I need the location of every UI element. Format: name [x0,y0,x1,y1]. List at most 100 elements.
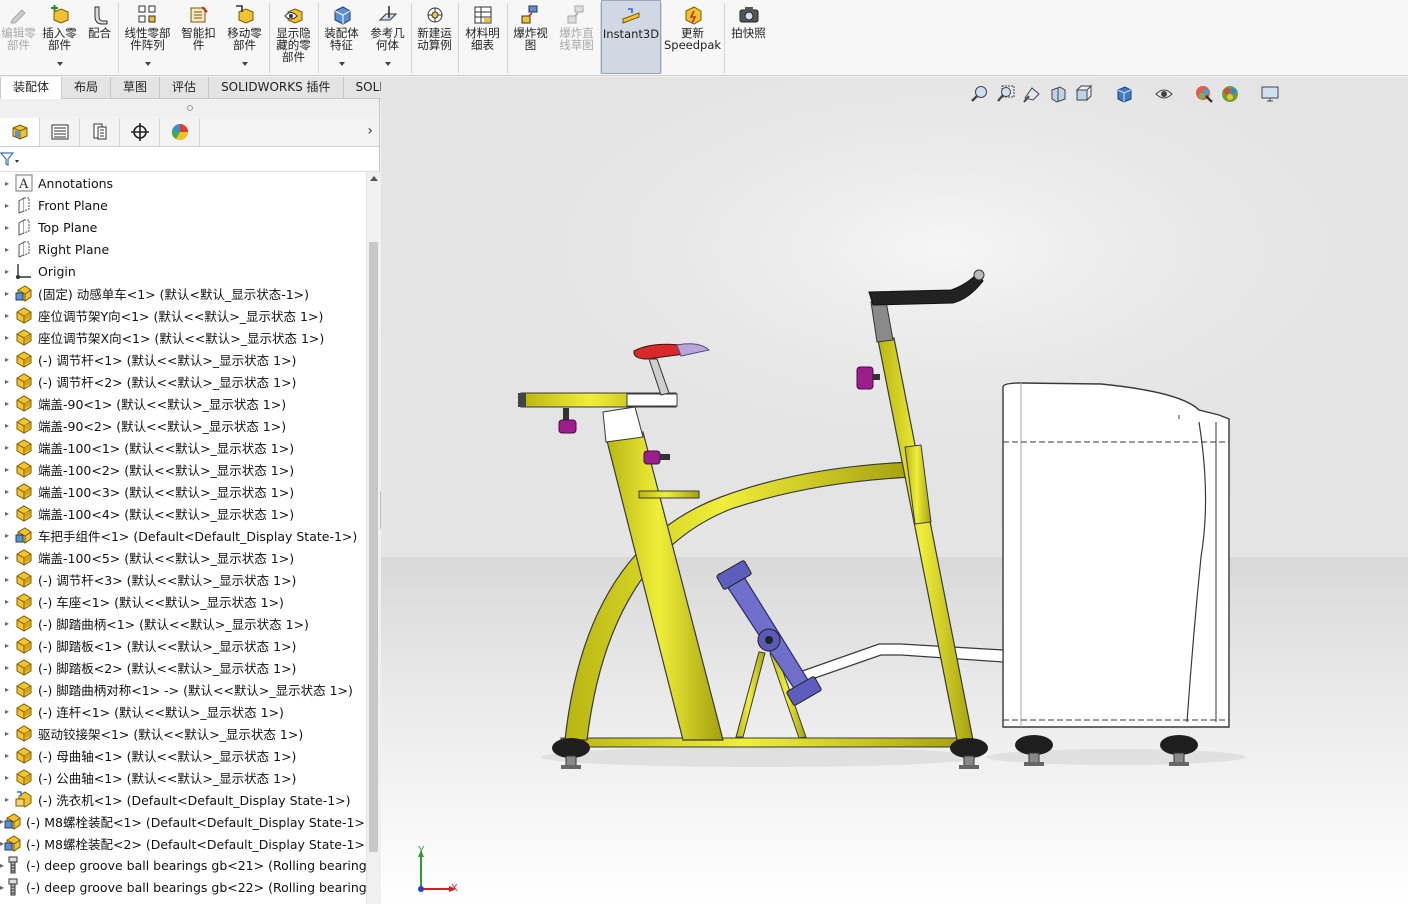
adjustment-knob[interactable] [558,408,577,434]
tree-item[interactable]: ▸ 端盖-100<5> (默认<<默认>_显示状态 1>) [0,546,366,568]
tree-item[interactable]: ▸ (-) 脚踏板<2> (默认<<默认>_显示状态 1>) [0,656,366,678]
reference-geometry-button[interactable]: 参考几 何体 [365,0,411,74]
tab-dimxpert[interactable] [120,117,160,146]
expand-arrow-icon[interactable]: ▸ [0,575,14,584]
smart-fastener-button[interactable]: 智能扣 件 [177,0,221,74]
filter-icon[interactable] [0,150,22,168]
tab-0[interactable]: 装配体 [0,77,63,99]
tab-3[interactable]: 评估 [159,77,210,99]
tree-item[interactable]: ▸ (-) M8螺栓装配<1> (Default<Default_Display … [0,810,366,832]
expand-arrow-icon[interactable]: ▸ [0,355,14,364]
expand-arrow-icon[interactable]: ▸ [0,729,14,738]
tree-item[interactable]: ▸ (-) 调节杆<1> (默认<<默认>_显示状态 1>) [0,348,366,370]
tree-item[interactable]: ▸ A Annotations [0,172,366,194]
scroll-up-icon[interactable] [370,176,378,181]
tree-item[interactable]: ▸ (-) 公曲轴<1> (默认<<默认>_显示状态 1>) [0,766,366,788]
tree-item[interactable]: ▸ (-) 连杆<1> (默认<<默认>_显示状态 1>) [0,700,366,722]
tree-item[interactable]: ▸ (-) 调节杆<3> (默认<<默认>_显示状态 1>) [0,568,366,590]
dropdown-arrow-icon[interactable] [384,62,391,66]
tree-filter-bar[interactable] [0,147,379,172]
tree-item[interactable]: ▸ 端盖-90<1> (默认<<默认>_显示状态 1>) [0,392,366,414]
tab-display-manager[interactable] [160,117,200,146]
edit-component-button[interactable]: 编辑零 部件 [0,0,38,74]
expand-arrow-icon[interactable]: ▸ [0,553,14,562]
explode-line-button[interactable]: 爆炸直 线草图 [554,0,600,74]
bom-button[interactable]: 材料明 细表 [459,0,507,74]
model-drawing[interactable] [381,77,1408,904]
dropdown-arrow-icon[interactable] [56,62,63,66]
tree-item[interactable]: ▸ 端盖-90<2> (默认<<默认>_显示状态 1>) [0,414,366,436]
expand-arrow-icon[interactable]: ▸ [0,663,14,672]
expand-arrow-icon[interactable]: ▸ [0,619,14,628]
expand-arrow-icon[interactable]: ▸ [0,333,14,342]
spin-bike-model[interactable] [518,269,988,769]
expand-arrow-icon[interactable]: ▸ [0,597,14,606]
graphics-viewport[interactable]: Y X [381,77,1408,904]
tree-item[interactable]: ▸ (-) 脚踏曲柄<1> (默认<<默认>_显示状态 1>) [0,612,366,634]
expand-arrow-icon[interactable]: ▸ [0,311,14,320]
speedpak-button[interactable]: 更新 Speedpak [662,0,724,74]
tree-item[interactable]: ▸ (-) 脚踏曲柄对称<1> -> (默认<<默认>_显示状态 1>) [0,678,366,700]
drive-connection-tube[interactable] [790,643,1004,686]
expand-arrow-icon[interactable]: ▸ [0,267,14,276]
linear-pattern-button[interactable]: 线性零部 件阵列 [119,0,177,74]
dropdown-arrow-icon[interactable] [338,62,345,66]
tree-item[interactable]: ▸ Front Plane [0,194,366,216]
tree-item[interactable]: ▸ (-) 车座<1> (默认<<默认>_显示状态 1>) [0,590,366,612]
mate-button[interactable]: 配合 [82,0,118,74]
expand-arrow-icon[interactable]: ▸ [0,641,14,650]
tree-item[interactable]: ▸ Right Plane [0,238,366,260]
panel-grip[interactable] [0,99,379,117]
expand-arrow-icon[interactable]: ▸ [0,509,14,518]
expand-arrow-icon[interactable]: ▸ [0,707,14,716]
expand-arrow-icon[interactable]: ▸ [0,773,14,782]
adjustment-knob[interactable] [856,366,880,390]
tree-item[interactable]: ▸ Origin [0,260,366,282]
washing-machine-model[interactable] [1002,382,1230,766]
assembly-feature-button[interactable]: 装配体 特征 [319,0,365,74]
expand-arrow-icon[interactable]: ▸ [0,223,14,232]
exploded-view-button[interactable]: 爆炸视 图 [508,0,554,74]
tree-item[interactable]: ▸ 座位调节架Y向<1> (默认<<默认>_显示状态 1>) [0,304,366,326]
expand-arrow-icon[interactable]: ▸ [0,795,14,804]
scroll-thumb[interactable] [369,242,378,852]
expand-arrow-icon[interactable]: ▸ [0,421,14,430]
expand-arrow-icon[interactable]: ▸ [0,399,14,408]
tree-item[interactable]: ▸ 驱动铰接架<1> (默认<<默认>_显示状态 1>) [0,722,366,744]
tree-item[interactable]: ▸ 车把手组件<1> (Default<Default_Display State… [0,524,366,546]
tree-item[interactable]: ▸ (-) 洗衣机<1> (Default<Default_Display Sta… [0,788,366,810]
tree-item[interactable]: ▸ (-) deep groove ball bearings gb<22> (R… [0,876,366,898]
tab-4[interactable]: SOLIDWORKS 插件 [208,77,344,99]
show-hidden-button[interactable]: 显示隐 藏的零 部件 [270,0,318,74]
expand-arrow-icon[interactable]: ▸ [0,179,14,188]
tree-item[interactable]: ▸ (-) 脚踏板<1> (默认<<默认>_显示状态 1>) [0,634,366,656]
expand-arrow-icon[interactable]: ▸ [0,487,14,496]
tree-scrollbar[interactable] [366,172,380,904]
expand-arrow-icon[interactable]: ▸ [0,465,14,474]
tree-item[interactable]: ▸ 端盖-100<2> (默认<<默认>_显示状态 1>) [0,458,366,480]
tab-feature-manager[interactable] [0,117,40,146]
expand-arrow-icon[interactable]: ▸ [0,751,14,760]
instant3d-button[interactable]: Instant3D [601,0,661,74]
dropdown-arrow-icon[interactable] [144,62,151,66]
tree-item[interactable]: ▸ (-) 调节杆<2> (默认<<默认>_显示状态 1>) [0,370,366,392]
expand-arrow-icon[interactable]: ▸ [0,289,14,298]
tree-item[interactable]: ▸ 端盖-100<3> (默认<<默认>_显示状态 1>) [0,480,366,502]
tree-item[interactable]: ▸ (-) M8螺栓装配<2> (Default<Default_Display … [0,832,366,854]
tab-configuration-manager[interactable] [80,117,120,146]
new-motion-study-button[interactable]: 新建运 动算例 [412,0,458,74]
tree-item[interactable]: ▸ (-) deep groove ball bearings gb<21> (R… [0,854,366,876]
insert-component-button[interactable]: 插入零 部件 [38,0,82,74]
tab-1[interactable]: 布局 [61,77,112,99]
tree-item[interactable]: ▸ (固定) 动感单车<1> (默认<默认_显示状态-1>) [0,282,366,304]
tree-item[interactable]: ▸ 端盖-100<1> (默认<<默认>_显示状态 1>) [0,436,366,458]
snapshot-button[interactable]: 拍快照 [725,0,773,74]
tree-item[interactable]: ▸ 端盖-100<4> (默认<<默认>_显示状态 1>) [0,502,366,524]
tab-2[interactable]: 草图 [110,77,161,99]
move-component-button[interactable]: 移动零 部件 [221,0,269,74]
chevron-right-icon[interactable]: › [367,123,373,139]
tree-item[interactable]: ▸ Top Plane [0,216,366,238]
tree-item[interactable]: ▸ 座位调节架X向<1> (默认<<默认>_显示状态 1>) [0,326,366,348]
expand-arrow-icon[interactable]: ▸ [0,201,14,210]
expand-arrow-icon[interactable]: ▸ [0,377,14,386]
